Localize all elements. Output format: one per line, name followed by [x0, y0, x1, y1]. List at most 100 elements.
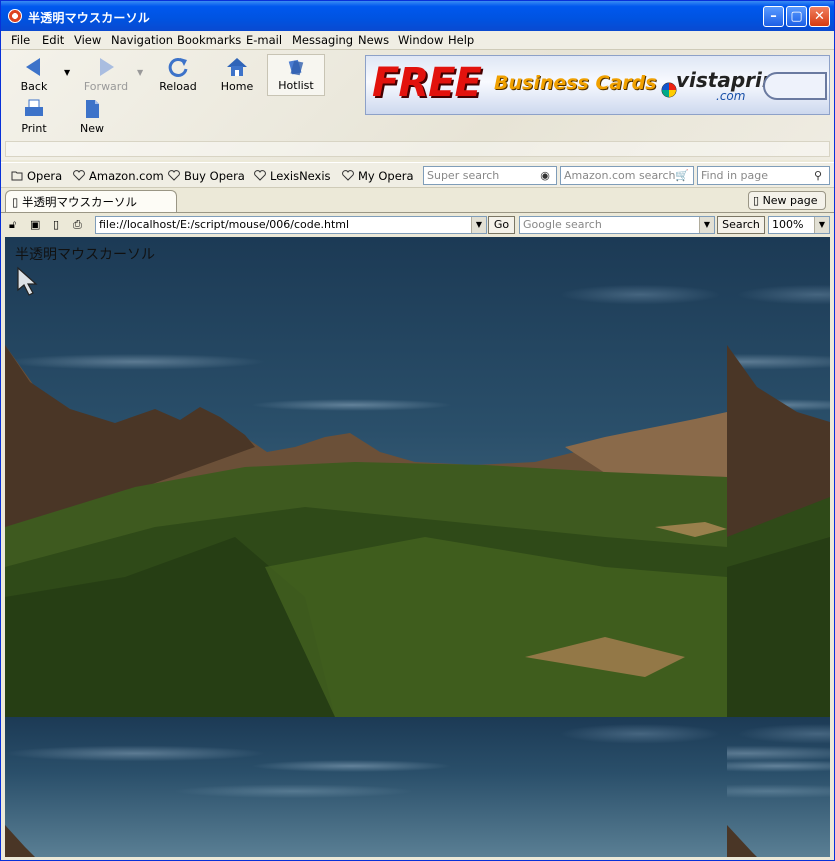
menu-news[interactable]: News [358, 33, 389, 47]
ad-banner[interactable]: FREE Business Cards vistaprint .com [365, 55, 830, 115]
url-field[interactable]: file://localhost/E:/script/mouse/006/cod… [95, 216, 487, 234]
new-page-icon [86, 100, 99, 118]
close-button[interactable]: ✕ [809, 6, 830, 27]
amazon-search-field[interactable]: Amazon.com search 🛒 [560, 166, 694, 185]
ad-business-cards-text: Business Cards [494, 72, 657, 94]
opera-logo-icon [8, 9, 22, 23]
bookmark-opera-label: Opera [27, 169, 63, 183]
zoom-value: 100% [772, 218, 804, 231]
tab-current-page[interactable]: ▯ 半透明マウスカーソル [5, 190, 177, 212]
bookmark-my-opera[interactable]: My Opera [342, 169, 414, 183]
bookmark-amazon[interactable]: Amazon.com [73, 169, 164, 183]
new-button[interactable]: New [64, 98, 120, 135]
ad-tld-text: .com [716, 89, 746, 103]
menu-edit[interactable]: Edit [42, 33, 64, 47]
go-button[interactable]: Go [488, 216, 515, 234]
menu-bookmarks[interactable]: Bookmarks [177, 33, 241, 47]
forward-button[interactable]: Forward [78, 56, 134, 93]
hotlist-icon [288, 59, 304, 76]
bookmark-my-opera-label: My Opera [358, 169, 414, 183]
zoom-select[interactable]: 100% ▼ [768, 216, 830, 234]
ad-free-text: FREE [372, 60, 482, 106]
cart-icon[interactable]: 🛒 [673, 168, 691, 183]
new-page-button[interactable]: ▯ New page [748, 191, 826, 210]
toolbar-spacer [5, 141, 830, 157]
folder-icon [11, 171, 23, 181]
background-landscape-tile-corner [727, 717, 830, 857]
zoom-dropdown-icon[interactable]: ▼ [814, 217, 829, 233]
main-toolbar: Back ▼ Forward ▼ Reload Home Hotlist Pri… [1, 50, 834, 160]
home-button[interactable]: Home [209, 56, 265, 93]
maximize-icon: ▢ [790, 9, 803, 24]
new-label: New [80, 122, 104, 135]
back-button[interactable]: Back [6, 56, 62, 93]
menu-file[interactable]: File [11, 33, 30, 47]
google-search-placeholder: Google search [523, 218, 602, 231]
search-dropdown-icon[interactable]: ▼ [699, 217, 714, 233]
minimize-button[interactable]: – [763, 6, 784, 27]
bookmark-buy-opera[interactable]: Buy Opera [168, 169, 245, 183]
background-landscape-tile-right [727, 237, 830, 717]
hotlist-button[interactable]: Hotlist [267, 54, 325, 96]
ad-color-wheel-icon [661, 82, 677, 98]
hotlist-label: Hotlist [278, 79, 314, 92]
menu-navigation[interactable]: Navigation [111, 33, 173, 47]
menu-view[interactable]: View [74, 33, 101, 47]
back-label: Back [20, 80, 48, 93]
print-button[interactable]: Print [6, 98, 62, 135]
reload-button[interactable]: Reload [150, 56, 206, 93]
menu-window[interactable]: Window [398, 33, 443, 47]
menu-messaging[interactable]: Messaging [292, 33, 353, 47]
window-title: 半透明マウスカーソル [28, 11, 151, 25]
page-content[interactable]: 半透明マウスカーソル [5, 237, 830, 857]
print-label: Print [21, 122, 47, 135]
menu-email[interactable]: E-mail [246, 33, 282, 47]
translucent-cursor-icon [17, 266, 38, 296]
forward-label: Forward [83, 80, 129, 93]
security-lock-icon[interactable]: 🔓︎ [9, 218, 23, 232]
bookmark-lexisnexis-label: LexisNexis [270, 169, 331, 183]
menu-bar: File Edit View Navigation Bookmarks E-ma… [1, 31, 834, 50]
forward-dropdown-icon[interactable]: ▼ [137, 68, 143, 77]
close-icon: ✕ [814, 9, 825, 24]
search-engine-icon[interactable]: ◉ [536, 168, 554, 183]
home-icon [227, 58, 247, 76]
search-button[interactable]: Search [717, 216, 765, 234]
magnifier-icon[interactable]: ⚲ [809, 168, 827, 183]
bookmark-opera[interactable]: Opera [11, 169, 62, 183]
reload-icon [168, 57, 188, 77]
background-landscape-tile-bottom [5, 717, 727, 857]
background-landscape-image [5, 237, 727, 717]
back-arrow-icon [26, 58, 40, 76]
reload-label: Reload [159, 80, 197, 93]
camera-icon[interactable]: ▣ [30, 218, 44, 232]
heart-icon [342, 170, 354, 181]
printer-icon[interactable]: ⎙ [73, 218, 87, 232]
page-info-icon[interactable]: ▯ [53, 218, 67, 232]
back-dropdown-icon[interactable]: ▼ [64, 68, 70, 77]
tab-bar: ▯ 半透明マウスカーソル ▯ New page [1, 188, 834, 212]
maximize-button[interactable]: ▢ [786, 6, 807, 27]
google-search-field[interactable]: Google search ▼ [519, 216, 715, 234]
super-search-field[interactable]: Super search ◉ [423, 166, 557, 185]
bookmark-amazon-label: Amazon.com [89, 169, 164, 183]
page-icon: ▯ [12, 195, 19, 209]
address-bar: 🔓︎ ▣ ▯ ⎙ file://localhost/E:/script/mous… [1, 212, 834, 236]
minimize-icon: – [770, 9, 777, 24]
find-in-page-field[interactable]: Find in page ⚲ [697, 166, 830, 185]
new-page-label: New page [762, 194, 818, 207]
title-bar[interactable]: 半透明マウスカーソル – ▢ ✕ [1, 1, 834, 31]
super-search-placeholder: Super search [427, 169, 500, 182]
find-in-page-placeholder: Find in page [701, 169, 769, 182]
url-dropdown-icon[interactable]: ▼ [471, 217, 486, 233]
menu-help[interactable]: Help [448, 33, 474, 47]
amazon-search-placeholder: Amazon.com search [564, 169, 676, 182]
tab-label: 半透明マウスカーソル [22, 195, 137, 209]
print-icon [25, 99, 43, 116]
new-page-icon: ▯ [753, 194, 760, 207]
home-label: Home [220, 80, 254, 93]
forward-arrow-icon [100, 58, 114, 76]
url-text: file://localhost/E:/script/mouse/006/cod… [99, 218, 350, 231]
browser-window: 半透明マウスカーソル – ▢ ✕ File Edit View Navigati… [0, 0, 835, 861]
bookmark-lexisnexis[interactable]: LexisNexis [254, 169, 331, 183]
